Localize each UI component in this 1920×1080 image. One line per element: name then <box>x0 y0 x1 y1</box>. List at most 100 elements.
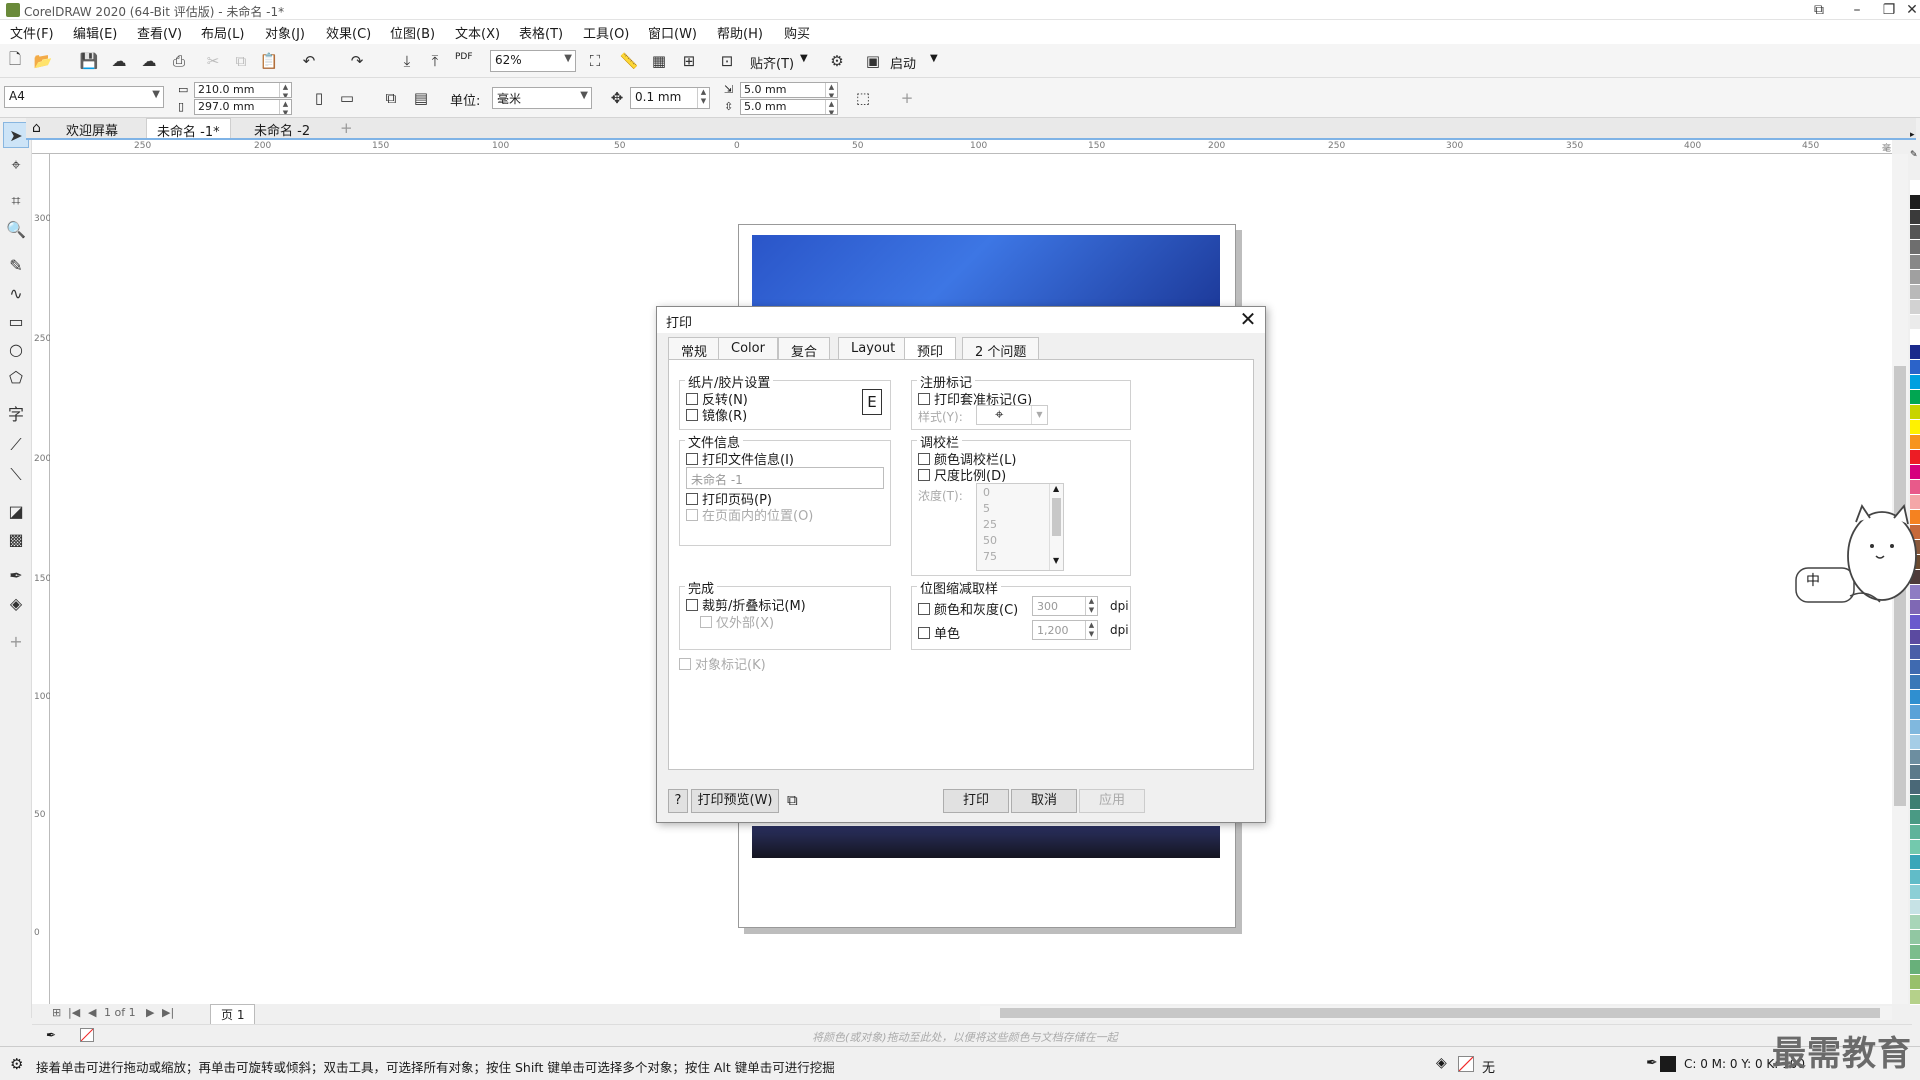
external-preview-icon[interactable]: ⧉ <box>787 791 798 809</box>
density-scroll-thumb[interactable] <box>1052 498 1061 536</box>
palette-swatch[interactable] <box>1910 930 1920 945</box>
palette-swatch[interactable] <box>1910 450 1920 465</box>
object-marks-checkbox[interactable]: 对象标记(K) <box>679 654 766 673</box>
text-tool-icon[interactable]: 字 <box>3 400 29 426</box>
menu-table[interactable]: 表格(T) <box>519 23 563 42</box>
connector-tool-icon[interactable]: ⟍ <box>3 462 29 488</box>
duplicate-x-field[interactable]: ⇲ 5.0 mm ▲ ▼ <box>724 82 838 99</box>
palette-swatch[interactable] <box>1910 180 1920 195</box>
density-scrollbar[interactable]: ▲ ▼ <box>1049 484 1063 570</box>
palette-swatch[interactable] <box>1910 405 1920 420</box>
undo-icon[interactable]: ↶ <box>298 50 320 72</box>
palette-swatch[interactable] <box>1910 720 1920 735</box>
density-item[interactable]: 25 <box>983 518 997 531</box>
print-preview-button[interactable]: 打印预览(W) <box>691 789 779 813</box>
color-dpi-spinner[interactable]: ▲ ▼ <box>1085 597 1097 615</box>
scroll-up-icon[interactable]: ▲ <box>1053 484 1059 493</box>
palette-swatch[interactable] <box>1910 765 1920 780</box>
height-spinner[interactable]: ▲ ▼ <box>279 100 291 114</box>
transparency-icon[interactable]: ▩ <box>3 526 29 552</box>
zoom-tool-icon[interactable]: 🔍 <box>3 216 29 242</box>
polygon-tool-icon[interactable]: ⬠ <box>3 364 29 390</box>
palette-swatch[interactable] <box>1910 900 1920 915</box>
upload-cloud-icon[interactable]: ☁ <box>138 50 160 72</box>
apply-button[interactable]: 应用 <box>1079 789 1145 813</box>
densitometer-scale-checkbox[interactable]: 尺度比例(D) <box>918 465 1006 484</box>
monochrome-checkbox[interactable]: 单色 <box>918 623 960 642</box>
palette-swatch[interactable] <box>1910 915 1920 930</box>
tab-untitled-1[interactable]: 未命名 -1* <box>146 118 231 140</box>
snap-dropdown-icon[interactable]: ▼ <box>800 53 808 64</box>
tab-welcome[interactable]: 欢迎屏幕 <box>56 118 128 139</box>
home-icon[interactable]: ⌂ <box>32 120 41 136</box>
palette-swatch[interactable] <box>1910 675 1920 690</box>
import-cloud-icon[interactable]: ☁ <box>108 50 130 72</box>
menu-edit[interactable]: 编辑(E) <box>73 23 117 42</box>
palette-swatch[interactable] <box>1910 795 1920 810</box>
menu-object[interactable]: 对象(J) <box>265 23 305 42</box>
palette-swatch[interactable] <box>1910 375 1920 390</box>
interactive-fill-icon[interactable]: ◈ <box>3 590 29 616</box>
palette-swatch[interactable] <box>1910 990 1920 1005</box>
dock-pin-icon[interactable]: ✎ <box>1910 150 1918 160</box>
palette-swatch[interactable] <box>1910 195 1920 210</box>
palette-swatch[interactable] <box>1910 780 1920 795</box>
palette-swatch[interactable] <box>1910 345 1920 360</box>
width-spinner[interactable]: ▲ ▼ <box>279 83 291 97</box>
scroll-down-icon[interactable]: ▼ <box>1053 556 1059 565</box>
menu-view[interactable]: 查看(V) <box>137 23 182 42</box>
import-icon[interactable]: ⤓ <box>396 50 418 72</box>
outline-pen-icon[interactable]: ✒ <box>1646 1055 1658 1071</box>
export-icon[interactable]: ⤒ <box>424 50 446 72</box>
add-page-icon[interactable]: ⊞ <box>52 1006 61 1019</box>
duplicate-y-field[interactable]: ⇳ 5.0 mm ▲ ▼ <box>724 99 838 116</box>
publish-pdf-icon[interactable]: PDF <box>455 52 473 62</box>
palette-swatch[interactable] <box>1910 270 1920 285</box>
paste-icon[interactable]: 📋 <box>258 50 280 72</box>
prev-page-icon[interactable]: ◀ <box>88 1006 96 1019</box>
portrait-icon[interactable]: ▯ <box>308 87 330 109</box>
save-icon[interactable]: 💾 <box>78 50 100 72</box>
density-item[interactable]: 50 <box>983 534 997 547</box>
palette-swatch[interactable] <box>1910 945 1920 960</box>
palette-swatch[interactable] <box>1910 975 1920 990</box>
full-screen-icon[interactable]: ⛶ <box>584 50 606 72</box>
first-page-icon[interactable]: |◀ <box>68 1006 80 1019</box>
palette-swatch[interactable] <box>1910 225 1920 240</box>
palette-swatch[interactable] <box>1910 735 1920 750</box>
palette-swatch[interactable] <box>1910 390 1920 405</box>
cancel-button[interactable]: 取消 <box>1011 789 1077 813</box>
dialog-close-icon[interactable]: ✕ <box>1237 309 1259 331</box>
options-gear-icon[interactable]: ⚙ <box>826 50 848 72</box>
color-grayscale-checkbox[interactable]: 颜色和灰度(C) <box>918 599 1018 618</box>
page-border-icon[interactable]: ⬚ <box>852 87 874 109</box>
tab-prepress[interactable]: 预印 <box>904 337 957 360</box>
menu-bitmaps[interactable]: 位图(B) <box>390 23 435 42</box>
menu-window[interactable]: 窗口(W) <box>648 23 697 42</box>
page-1-tab[interactable]: 页 1 <box>210 1004 256 1025</box>
rectangle-tool-icon[interactable]: ▭ <box>3 308 29 334</box>
menu-buy[interactable]: 购买 <box>784 23 810 42</box>
next-page-icon[interactable]: ▶ <box>146 1006 154 1019</box>
palette-swatch[interactable] <box>1910 255 1920 270</box>
add-tool-icon[interactable]: + <box>3 628 29 654</box>
redo-icon[interactable]: ↷ <box>346 50 368 72</box>
tab-color[interactable]: Color <box>718 337 778 359</box>
palette-swatch[interactable] <box>1910 360 1920 375</box>
palette-swatch[interactable] <box>1910 465 1920 480</box>
eyedropper-icon[interactable]: ✒ <box>3 562 29 588</box>
snap-icon[interactable]: ⊡ <box>716 50 738 72</box>
density-item[interactable]: 75 <box>983 550 997 563</box>
palette-swatch[interactable] <box>1910 285 1920 300</box>
palette-swatch[interactable] <box>1910 330 1920 345</box>
parallel-dimension-icon[interactable]: ⟋ <box>3 432 29 458</box>
palette-swatch[interactable] <box>1910 660 1920 675</box>
palette-swatch[interactable] <box>1910 885 1920 900</box>
drop-shadow-icon[interactable]: ◪ <box>3 498 29 524</box>
grid-icon[interactable]: ▦ <box>648 50 670 72</box>
tab-issues[interactable]: 2 个问题 <box>962 337 1040 360</box>
page-width-input[interactable]: 210.0 mm ▲ ▼ <box>194 82 292 98</box>
maximize-button[interactable]: ❐ <box>1876 1 1902 19</box>
launch-button[interactable]: 启动 <box>890 53 916 72</box>
dup-x-spinner[interactable]: ▲ ▼ <box>825 83 837 97</box>
